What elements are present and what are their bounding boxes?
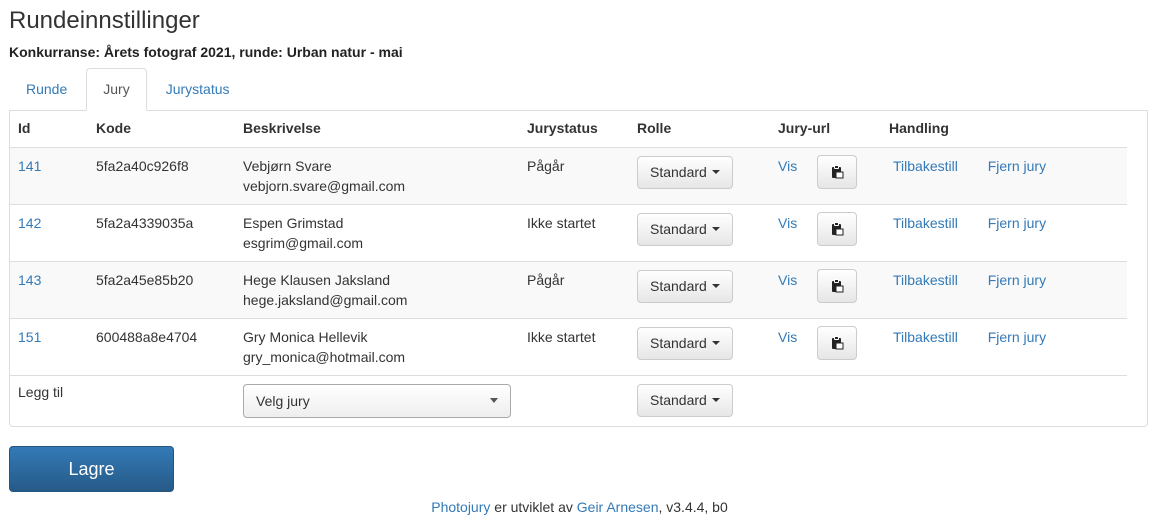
header-id: Id <box>10 110 88 148</box>
footer: Photojury er utviklet av Geir Arnesen, v… <box>0 499 1159 515</box>
jury-description: Gry Monica Hellevik gry_monica@hotmail.c… <box>235 318 519 376</box>
jury-name: Hege Klausen Jaksland <box>243 271 391 288</box>
page-title: Rundeinnstillinger <box>9 7 200 34</box>
footer-version: , v3.4.4, b0 <box>658 499 728 515</box>
table-row: 141 5fa2a40c926f8 Vebjørn Svare vebjorn.… <box>10 147 1127 205</box>
role-dropdown[interactable]: Standard <box>637 269 733 303</box>
select-jury-dropdown[interactable]: Velg jury <box>243 383 511 418</box>
caret-down-icon <box>711 341 720 345</box>
header-kode: Kode <box>88 110 235 148</box>
copy-url-button[interactable] <box>817 268 858 303</box>
reset-link[interactable]: Tilbakestill <box>893 329 958 345</box>
jury-status: Ikke startet <box>519 318 629 376</box>
tab-bar: Runde Jury Jurystatus <box>9 68 1148 111</box>
jury-panel: Id Kode Beskrivelse Jurystatus Rolle Jur… <box>9 110 1148 427</box>
reset-link[interactable]: Tilbakestill <box>893 272 958 288</box>
copy-url-button[interactable] <box>817 325 858 360</box>
caret-down-icon <box>711 227 720 231</box>
table-row: 143 5fa2a45e85b20 Hege Klausen Jaksland … <box>10 261 1127 319</box>
caret-down-icon <box>711 170 720 174</box>
jury-status: Pågår <box>519 261 629 319</box>
remove-jury-link[interactable]: Fjern jury <box>988 272 1046 288</box>
add-jury-label: Legg til <box>18 383 64 400</box>
table-header-row: Id Kode Beskrivelse Jurystatus Rolle Jur… <box>10 110 1127 148</box>
table-row: 142 5fa2a4339035a Espen Grimstad esgrim@… <box>10 204 1127 262</box>
caret-down-icon <box>711 284 720 288</box>
reset-link[interactable]: Tilbakestill <box>893 158 958 174</box>
jury-email: vebjorn.svare@gmail.com <box>243 177 406 194</box>
copy-url-button[interactable] <box>817 154 858 189</box>
new-role-dropdown[interactable]: Standard <box>637 383 733 417</box>
tab-jurystatus[interactable]: Jurystatus <box>149 68 247 110</box>
jury-code: 5fa2a4339035a <box>88 204 235 262</box>
jury-code: 5fa2a40c926f8 <box>88 147 235 205</box>
jury-name: Gry Monica Hellevik <box>243 328 368 345</box>
role-dropdown[interactable]: Standard <box>637 212 733 246</box>
role-label: Standard <box>650 335 707 351</box>
jury-id-link[interactable]: 151 <box>18 329 41 345</box>
photojury-link[interactable]: Photojury <box>431 499 490 515</box>
clipboard-icon <box>832 164 844 178</box>
jury-id-link[interactable]: 142 <box>18 215 41 231</box>
clipboard-icon <box>832 335 844 349</box>
page-subtitle: Konkurranse: Årets fotograf 2021, runde:… <box>9 44 403 60</box>
role-label: Standard <box>650 278 707 294</box>
role-label: Standard <box>650 221 707 237</box>
remove-jury-link[interactable]: Fjern jury <box>988 215 1046 231</box>
footer-text: er utviklet av <box>490 499 577 515</box>
copy-url-button[interactable] <box>817 211 858 246</box>
jury-description: Hege Klausen Jaksland hege.jaksland@gmai… <box>235 261 519 319</box>
chevron-down-icon <box>490 398 498 403</box>
reset-link[interactable]: Tilbakestill <box>893 215 958 231</box>
jury-description: Espen Grimstad esgrim@gmail.com <box>235 204 519 262</box>
jury-code: 5fa2a45e85b20 <box>88 261 235 319</box>
role-dropdown[interactable]: Standard <box>637 155 733 189</box>
jury-table: Id Kode Beskrivelse Jurystatus Rolle Jur… <box>10 110 1127 427</box>
header-jurystatus: Jurystatus <box>519 110 629 148</box>
vis-link[interactable]: Vis <box>778 158 797 174</box>
vis-link[interactable]: Vis <box>778 215 797 231</box>
jury-description: Vebjørn Svare vebjorn.svare@gmail.com <box>235 147 519 205</box>
clipboard-icon <box>832 221 844 235</box>
vis-link[interactable]: Vis <box>778 329 797 345</box>
role-label: Standard <box>650 392 707 408</box>
jury-status: Ikke startet <box>519 204 629 262</box>
header-handling: Handling <box>881 110 1127 148</box>
header-beskrivelse: Beskrivelse <box>235 110 519 148</box>
save-button[interactable]: Lagre <box>9 446 174 492</box>
jury-id-link[interactable]: 141 <box>18 158 41 174</box>
jury-email: gry_monica@hotmail.com <box>243 348 406 365</box>
header-jury-url: Jury-url <box>770 110 881 148</box>
header-rolle: Rolle <box>629 110 770 148</box>
tab-runde[interactable]: Runde <box>9 68 84 110</box>
tab-jury[interactable]: Jury <box>86 68 147 111</box>
table-row: 151 600488a8e4704 Gry Monica Hellevik gr… <box>10 318 1127 376</box>
remove-jury-link[interactable]: Fjern jury <box>988 329 1046 345</box>
caret-down-icon <box>711 398 720 402</box>
jury-status: Pågår <box>519 147 629 205</box>
author-link[interactable]: Geir Arnesen <box>577 499 659 515</box>
remove-jury-link[interactable]: Fjern jury <box>988 158 1046 174</box>
role-dropdown[interactable]: Standard <box>637 326 733 360</box>
role-label: Standard <box>650 164 707 180</box>
clipboard-icon <box>832 278 844 292</box>
jury-email: esgrim@gmail.com <box>243 234 364 251</box>
jury-email: hege.jaksland@gmail.com <box>243 291 408 308</box>
vis-link[interactable]: Vis <box>778 272 797 288</box>
select-jury-value: Velg jury <box>256 392 310 409</box>
jury-code: 600488a8e4704 <box>88 318 235 376</box>
jury-name: Vebjørn Svare <box>243 157 332 174</box>
add-jury-row: Legg til Velg jury Standard <box>10 375 1127 427</box>
jury-id-link[interactable]: 143 <box>18 272 41 288</box>
jury-name: Espen Grimstad <box>243 214 344 231</box>
